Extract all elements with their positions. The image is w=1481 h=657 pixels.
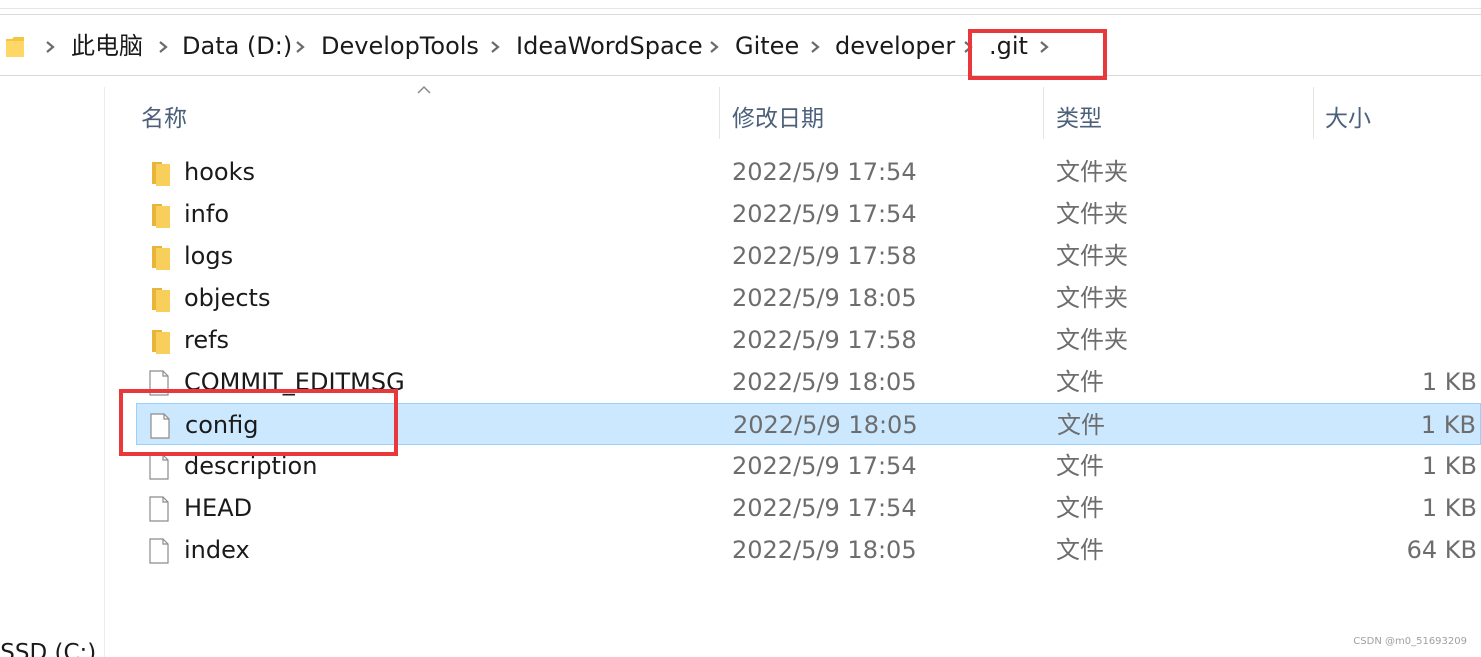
address-bar[interactable]: 此电脑 Data (D:) DevelopTools IdeaWordSpace…	[0, 14, 1481, 76]
chevron-right-icon[interactable]	[44, 40, 56, 54]
file-modified: 2022/5/9 17:54	[732, 158, 917, 186]
folder-icon	[6, 37, 24, 57]
chevron-right-icon[interactable]	[294, 40, 306, 54]
file-row[interactable]: objects 2022/5/9 18:05 文件夹	[136, 277, 1481, 319]
file-size: 1 KB	[1421, 452, 1477, 480]
folder-icon	[152, 246, 170, 270]
watermark: CSDN @m0_51693209	[1353, 636, 1467, 647]
file-modified: 2022/5/9 18:05	[733, 411, 918, 439]
file-icon	[149, 454, 169, 480]
file-name: HEAD	[184, 494, 253, 522]
file-modified: 2022/5/9 18:05	[732, 368, 917, 396]
git-folder-highlight	[968, 29, 1107, 80]
file-row[interactable]: HEAD 2022/5/9 17:54 文件 1 KB	[136, 487, 1481, 529]
file-name: logs	[184, 242, 234, 270]
file-type: 文件	[1057, 411, 1105, 439]
sort-ascending-icon	[417, 85, 431, 94]
file-name: hooks	[184, 158, 255, 186]
file-name: index	[184, 536, 250, 564]
column-header-name[interactable]: 名称	[141, 99, 187, 133]
folder-icon	[152, 204, 170, 228]
file-type: 文件	[1056, 368, 1104, 396]
file-type: 文件	[1056, 494, 1104, 522]
file-modified: 2022/5/9 17:58	[732, 242, 917, 270]
file-size: 64 KB	[1406, 536, 1477, 564]
file-modified: 2022/5/9 17:54	[732, 452, 917, 480]
file-name: refs	[184, 326, 230, 354]
column-separator[interactable]	[719, 87, 720, 139]
folder-icon	[152, 162, 170, 186]
breadcrumb-item-ideawordspace[interactable]: IdeaWordSpace	[516, 29, 703, 63]
ribbon-divider	[0, 8, 1481, 9]
file-type: 文件夹	[1056, 326, 1128, 354]
chevron-right-icon[interactable]	[489, 40, 501, 54]
file-name: info	[184, 200, 230, 228]
file-size: 1 KB	[1421, 368, 1477, 396]
file-row[interactable]: logs 2022/5/9 17:58 文件夹	[136, 235, 1481, 277]
folder-icon	[152, 330, 170, 354]
file-row[interactable]: hooks 2022/5/9 17:54 文件夹	[136, 151, 1481, 193]
file-type: 文件夹	[1056, 158, 1128, 186]
breadcrumb-item-gitee[interactable]: Gitee	[735, 29, 799, 63]
breadcrumb-item-this-pc[interactable]: 此电脑	[71, 29, 143, 63]
chevron-right-icon[interactable]	[809, 40, 821, 54]
column-separator[interactable]	[1313, 87, 1314, 139]
navigation-pane-divider	[104, 87, 105, 657]
file-name: objects	[184, 284, 271, 312]
file-type: 文件夹	[1056, 284, 1128, 312]
breadcrumb-item-developtools[interactable]: DevelopTools	[321, 29, 479, 63]
file-modified: 2022/5/9 18:05	[732, 284, 917, 312]
config-file-highlight	[119, 389, 398, 456]
nav-item-c-drive[interactable]: -SSD (C:)	[0, 640, 96, 657]
file-type: 文件夹	[1056, 200, 1128, 228]
file-row[interactable]: index 2022/5/9 18:05 文件 64 KB	[136, 529, 1481, 571]
file-modified: 2022/5/9 18:05	[732, 536, 917, 564]
file-explorer-window: 此电脑 Data (D:) DevelopTools IdeaWordSpace…	[0, 0, 1481, 657]
file-row[interactable]: info 2022/5/9 17:54 文件夹	[136, 193, 1481, 235]
breadcrumb-item-developer[interactable]: developer	[835, 29, 955, 63]
column-header-type[interactable]: 类型	[1056, 99, 1102, 133]
chevron-right-icon[interactable]	[157, 40, 169, 54]
file-size: 1 KB	[1420, 411, 1476, 439]
file-type: 文件夹	[1056, 242, 1128, 270]
file-modified: 2022/5/9 17:54	[732, 494, 917, 522]
file-type: 文件	[1056, 452, 1104, 480]
file-modified: 2022/5/9 17:58	[732, 326, 917, 354]
folder-icon	[152, 288, 170, 312]
column-separator[interactable]	[1043, 87, 1044, 139]
chevron-right-icon[interactable]	[708, 40, 720, 54]
column-header-modified[interactable]: 修改日期	[732, 99, 824, 133]
file-icon	[149, 496, 169, 522]
file-icon	[149, 538, 169, 564]
column-header-size[interactable]: 大小	[1325, 99, 1371, 133]
breadcrumb-item-data-drive[interactable]: Data (D:)	[182, 29, 292, 63]
file-size: 1 KB	[1421, 494, 1477, 522]
file-modified: 2022/5/9 17:54	[732, 200, 917, 228]
file-type: 文件	[1056, 536, 1104, 564]
file-row[interactable]: refs 2022/5/9 17:58 文件夹	[136, 319, 1481, 361]
